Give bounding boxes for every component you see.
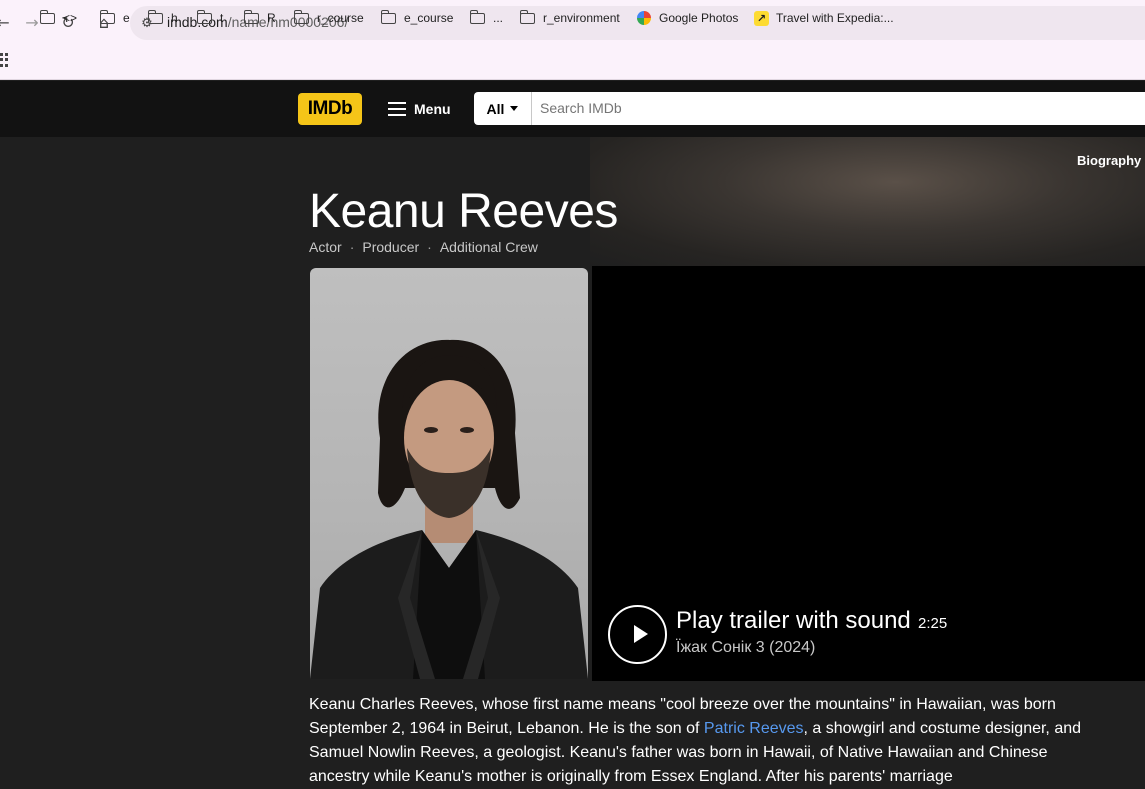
bookmark-folder[interactable]: e_course — [380, 9, 454, 27]
bookmarks-bar — [0, 44, 1145, 80]
search-input[interactable]: Search IMDb — [540, 100, 622, 116]
folder-icon — [147, 9, 163, 24]
bookmark-label: h — [171, 11, 178, 25]
biography-link[interactable]: Biography — [1077, 153, 1141, 168]
portrait-illustration — [310, 339, 588, 679]
bookmark-folder[interactable]: <> — [39, 9, 78, 27]
folder-icon — [196, 9, 212, 24]
roles-list: Actor · Producer · Additional Crew — [309, 239, 538, 255]
bookmark-label: e — [123, 11, 130, 25]
google-photos-icon — [637, 11, 651, 25]
bookmark-folder[interactable]: R — [243, 9, 276, 27]
hero-backdrop — [590, 137, 1145, 266]
search-category-dropdown[interactable]: All — [474, 92, 532, 125]
bookmark-label: ... — [493, 11, 504, 25]
folder-icon — [469, 9, 485, 24]
bookmark-label: Travel with Expedia:... — [776, 11, 894, 25]
role-item: Additional Crew — [439, 239, 538, 255]
play-triangle — [634, 625, 648, 643]
bookmark-label: e_course — [404, 11, 454, 25]
separator: · — [427, 239, 432, 255]
imdb-logo[interactable]: IMDb — [298, 93, 362, 125]
folder-icon — [380, 9, 396, 24]
patric-reeves-link[interactable]: Patric Reeves — [704, 720, 804, 737]
menu-button[interactable]: Menu — [388, 98, 451, 120]
bookmark-folder[interactable]: r_course — [293, 9, 364, 27]
bookmark-folder[interactable]: e — [99, 9, 130, 27]
role-item: Actor — [309, 239, 342, 255]
bookmark-label: Google Photos — [659, 11, 739, 25]
bio-text: Keanu Charles Reeves, whose first name m… — [309, 693, 1109, 789]
folder-icon — [243, 9, 259, 24]
search-category-label: All — [486, 100, 505, 117]
bookmark-google-photos[interactable]: Google Photos — [637, 9, 738, 27]
bookmark-folder[interactable]: h — [147, 9, 178, 27]
bookmark-folder[interactable]: ... — [469, 9, 504, 27]
page-title: Keanu Reeves — [309, 185, 618, 238]
profile-photo[interactable] — [310, 268, 588, 679]
folder-icon — [99, 9, 115, 24]
back-icon[interactable]: ← — [0, 11, 14, 33]
separator: · — [349, 239, 355, 255]
expedia-icon: ↗ — [754, 10, 769, 26]
bookmark-label: r_course — [317, 11, 364, 25]
bookmark-folder[interactable]: r_environment — [519, 9, 620, 27]
bookmark-expedia[interactable]: ↗ Travel with Expedia:... — [754, 9, 894, 27]
folder-icon — [293, 9, 309, 24]
trailer-subtitle: Їжак Сонік 3 (2024) — [676, 639, 816, 656]
apps-icon[interactable] — [0, 53, 8, 67]
caret-down-icon — [510, 106, 519, 111]
role-item: Producer — [362, 239, 420, 255]
bookmark-label: R — [267, 11, 276, 25]
bookmark-label: r_environment — [543, 11, 620, 25]
trailer-duration: 2:25 — [918, 615, 948, 632]
folder-icon — [519, 9, 535, 24]
folder-icon — [39, 9, 55, 24]
hamburger-icon — [388, 102, 406, 116]
bookmark-folder[interactable]: t — [196, 9, 224, 27]
trailer-title[interactable]: Play trailer with sound — [676, 607, 911, 635]
bookmark-label: <> — [63, 11, 78, 25]
bookmark-label: t — [220, 11, 224, 25]
menu-label: Menu — [414, 101, 451, 117]
play-icon[interactable] — [608, 605, 667, 664]
